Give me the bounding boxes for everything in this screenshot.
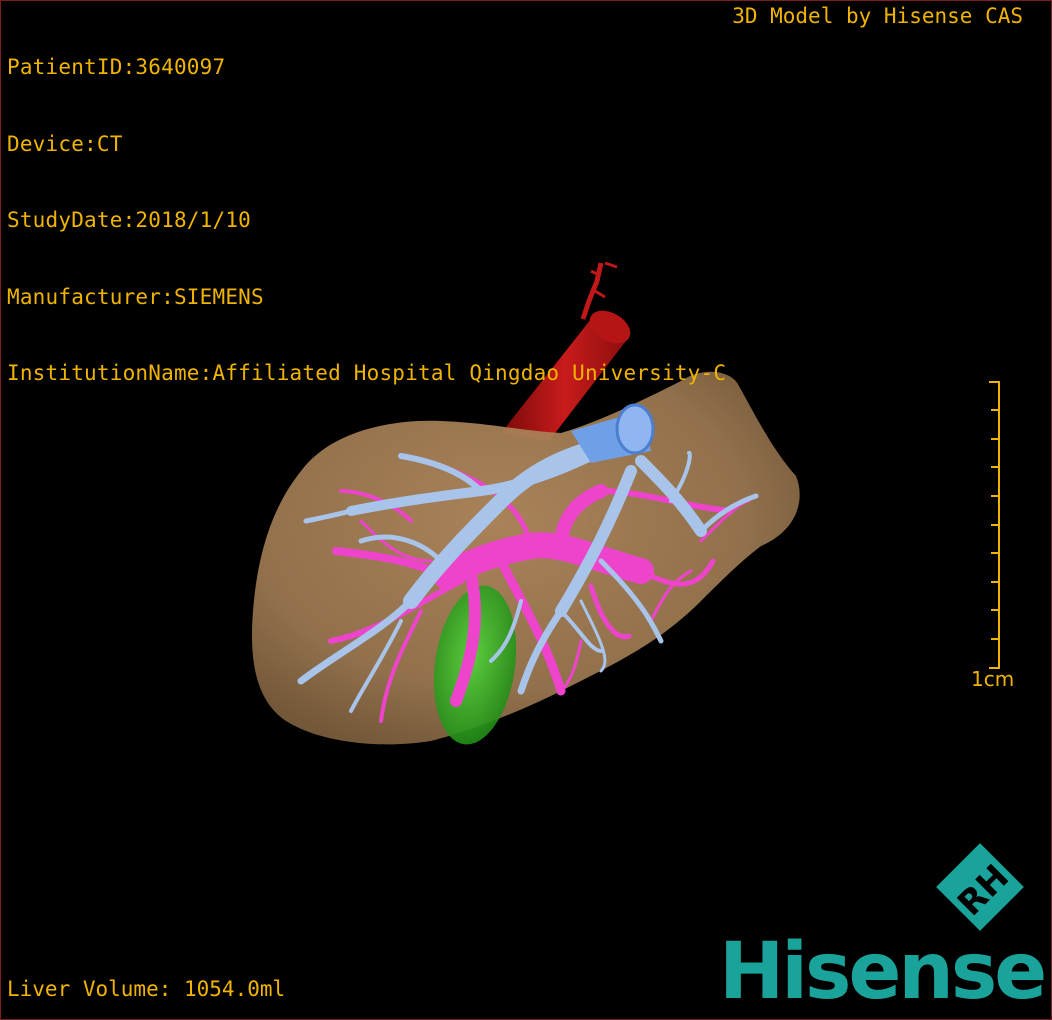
scale-label: 1cm xyxy=(971,667,1015,691)
manufacturer: Manufacturer:SIEMENS xyxy=(7,284,264,309)
study-date: StudyDate:2018/1/10 xyxy=(7,208,252,232)
institution-name: InstitutionName:Affiliated Hospital Qing… xyxy=(7,361,727,385)
device: Device:CT xyxy=(7,131,123,156)
study-info-overlay: PatientID:3640097 Device:CT StudyDate:20… xyxy=(7,4,726,438)
patient-id: PatientID:3640097 xyxy=(7,55,226,79)
liver-volume: Liver Volume: 1054.0ml xyxy=(7,976,286,1001)
3d-viewport[interactable]: 1cm PatientID:3640097 Device:CT StudyDat… xyxy=(0,0,1052,1020)
model-caption: 3D Model by Hisense CAS xyxy=(732,4,1023,28)
